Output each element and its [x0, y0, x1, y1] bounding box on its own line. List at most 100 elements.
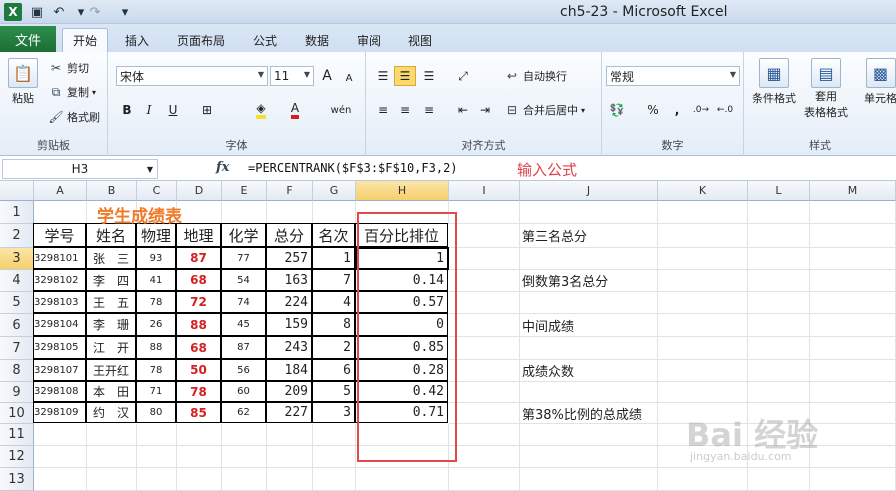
cell-l2[interactable] [748, 224, 810, 248]
cell-m2[interactable] [810, 224, 896, 248]
cell-m11[interactable] [810, 424, 896, 446]
cell-m4[interactable] [810, 270, 896, 292]
italic-button[interactable]: I [138, 100, 160, 120]
row-header-1[interactable]: 1 [0, 201, 34, 224]
cell-d12[interactable] [177, 446, 222, 468]
formula-input[interactable]: =PERCENTRANK($F$3:$F$10,F3,2) [248, 161, 458, 175]
cell-c13[interactable] [137, 468, 177, 491]
number-format-select[interactable]: 常规 ▼ [606, 66, 740, 86]
table-cell-f3[interactable]: 257 [266, 247, 312, 269]
cell-e13[interactable] [222, 468, 267, 491]
cell-j13[interactable] [520, 468, 658, 491]
table-cell-b7[interactable]: 江 开 [86, 336, 136, 359]
row-header-12[interactable]: 12 [0, 446, 34, 468]
grow-font-button[interactable]: A [316, 66, 338, 86]
table-cell-c10[interactable]: 80 [136, 402, 176, 423]
cell-a12[interactable] [34, 446, 87, 468]
cell-k7[interactable] [658, 337, 748, 360]
table-cell-a8[interactable]: 3298107 [33, 359, 86, 381]
table-cell-g9[interactable]: 5 [312, 381, 355, 402]
cell-m9[interactable] [810, 382, 896, 403]
cell-i6[interactable] [449, 314, 520, 337]
cell-e1[interactable] [222, 201, 267, 224]
cell-i1[interactable] [449, 201, 520, 224]
note-j6[interactable]: 中间成绩 [520, 314, 720, 337]
table-cell-g4[interactable]: 7 [312, 269, 355, 291]
table-cell-f7[interactable]: 243 [266, 336, 312, 359]
table-cell-f6[interactable]: 159 [266, 313, 312, 336]
row-header-5[interactable]: 5 [0, 292, 34, 314]
phonetic-button[interactable]: wén [326, 100, 356, 120]
cut-button[interactable]: ✂ 剪切 [48, 60, 89, 76]
cell-i4[interactable] [449, 270, 520, 292]
cell-i9[interactable] [449, 382, 520, 403]
row-header-6[interactable]: 6 [0, 314, 34, 337]
table-cell-a9[interactable]: 3298108 [33, 381, 86, 402]
tab-review[interactable]: 审阅 [348, 28, 390, 52]
table-cell-g10[interactable]: 3 [312, 402, 355, 423]
cell-l9[interactable] [748, 382, 810, 403]
table-cell-f5[interactable]: 224 [266, 291, 312, 313]
row-header-4[interactable]: 4 [0, 270, 34, 292]
table-cell-g7[interactable]: 2 [312, 336, 355, 359]
column-header-d[interactable]: D [177, 181, 222, 201]
table-cell-e4[interactable]: 54 [221, 269, 266, 291]
table-cell-d7[interactable]: 68 [176, 336, 221, 359]
column-header-l[interactable]: L [748, 181, 810, 201]
table-cell-e7[interactable]: 87 [221, 336, 266, 359]
decrease-decimal-button[interactable]: ←.0 [714, 100, 736, 120]
align-bottom-button[interactable]: ☰ [418, 66, 440, 86]
cell-c12[interactable] [137, 446, 177, 468]
cell-l3[interactable] [748, 248, 810, 270]
cell-j12[interactable] [520, 446, 658, 468]
comma-button[interactable]: , [666, 100, 688, 120]
percent-button[interactable]: % [642, 100, 664, 120]
borders-button[interactable]: ⊞ [196, 100, 218, 120]
cell-i10[interactable] [449, 403, 520, 424]
table-cell-f8[interactable]: 184 [266, 359, 312, 381]
orientation-button[interactable]: ⤢ [452, 66, 474, 86]
cell-j11[interactable] [520, 424, 658, 446]
cell-k13[interactable] [658, 468, 748, 491]
cell-m3[interactable] [810, 248, 896, 270]
table-cell-f9[interactable]: 209 [266, 381, 312, 402]
cell-b12[interactable] [87, 446, 137, 468]
table-cell-c8[interactable]: 78 [136, 359, 176, 381]
table-cell-g8[interactable]: 6 [312, 359, 355, 381]
table-cell-a4[interactable]: 3298102 [33, 269, 86, 291]
table-cell-b10[interactable]: 约 汉 [86, 402, 136, 423]
cell-g12[interactable] [313, 446, 356, 468]
paste-button[interactable]: 📋 粘贴 [8, 58, 38, 106]
currency-button[interactable]: 💱 [606, 100, 628, 120]
font-size-select[interactable]: 11 ▼ [270, 66, 314, 86]
column-header-g[interactable]: G [313, 181, 356, 201]
note-j8[interactable]: 成绩众数 [520, 360, 720, 382]
column-header-b[interactable]: B [87, 181, 137, 201]
note-j2[interactable]: 第三名总分 [520, 224, 720, 248]
cell-m13[interactable] [810, 468, 896, 491]
table-cell-c7[interactable]: 88 [136, 336, 176, 359]
row-header-10[interactable]: 10 [0, 403, 34, 424]
table-cell-b8[interactable]: 王开红 [86, 359, 136, 381]
cell-k1[interactable] [658, 201, 748, 224]
table-cell-e10[interactable]: 62 [221, 402, 266, 423]
table-cell-c4[interactable]: 41 [136, 269, 176, 291]
copy-button[interactable]: ⧉ 复制 ▾ [48, 84, 96, 100]
shrink-font-button[interactable]: A [338, 68, 360, 88]
column-header-m[interactable]: M [810, 181, 896, 201]
table-cell-e8[interactable]: 56 [221, 359, 266, 381]
table-cell-d8[interactable]: 50 [176, 359, 221, 381]
cell-b11[interactable] [87, 424, 137, 446]
format-painter-button[interactable]: 🖌 格式刷 [48, 109, 100, 125]
select-all-corner[interactable] [0, 181, 34, 201]
cell-j9[interactable] [520, 382, 658, 403]
merge-center-button[interactable]: ⊟ 合并后居中 ▾ [504, 102, 585, 118]
table-cell-a5[interactable]: 3298103 [33, 291, 86, 313]
table-cell-a3[interactable]: 3298101 [33, 247, 86, 269]
decrease-indent-button[interactable]: ⇤ [452, 100, 474, 120]
table-cell-d10[interactable]: 85 [176, 402, 221, 423]
cell-f1[interactable] [267, 201, 313, 224]
cell-a11[interactable] [34, 424, 87, 446]
table-cell-b3[interactable]: 张 三 [86, 247, 136, 269]
cell-e12[interactable] [222, 446, 267, 468]
